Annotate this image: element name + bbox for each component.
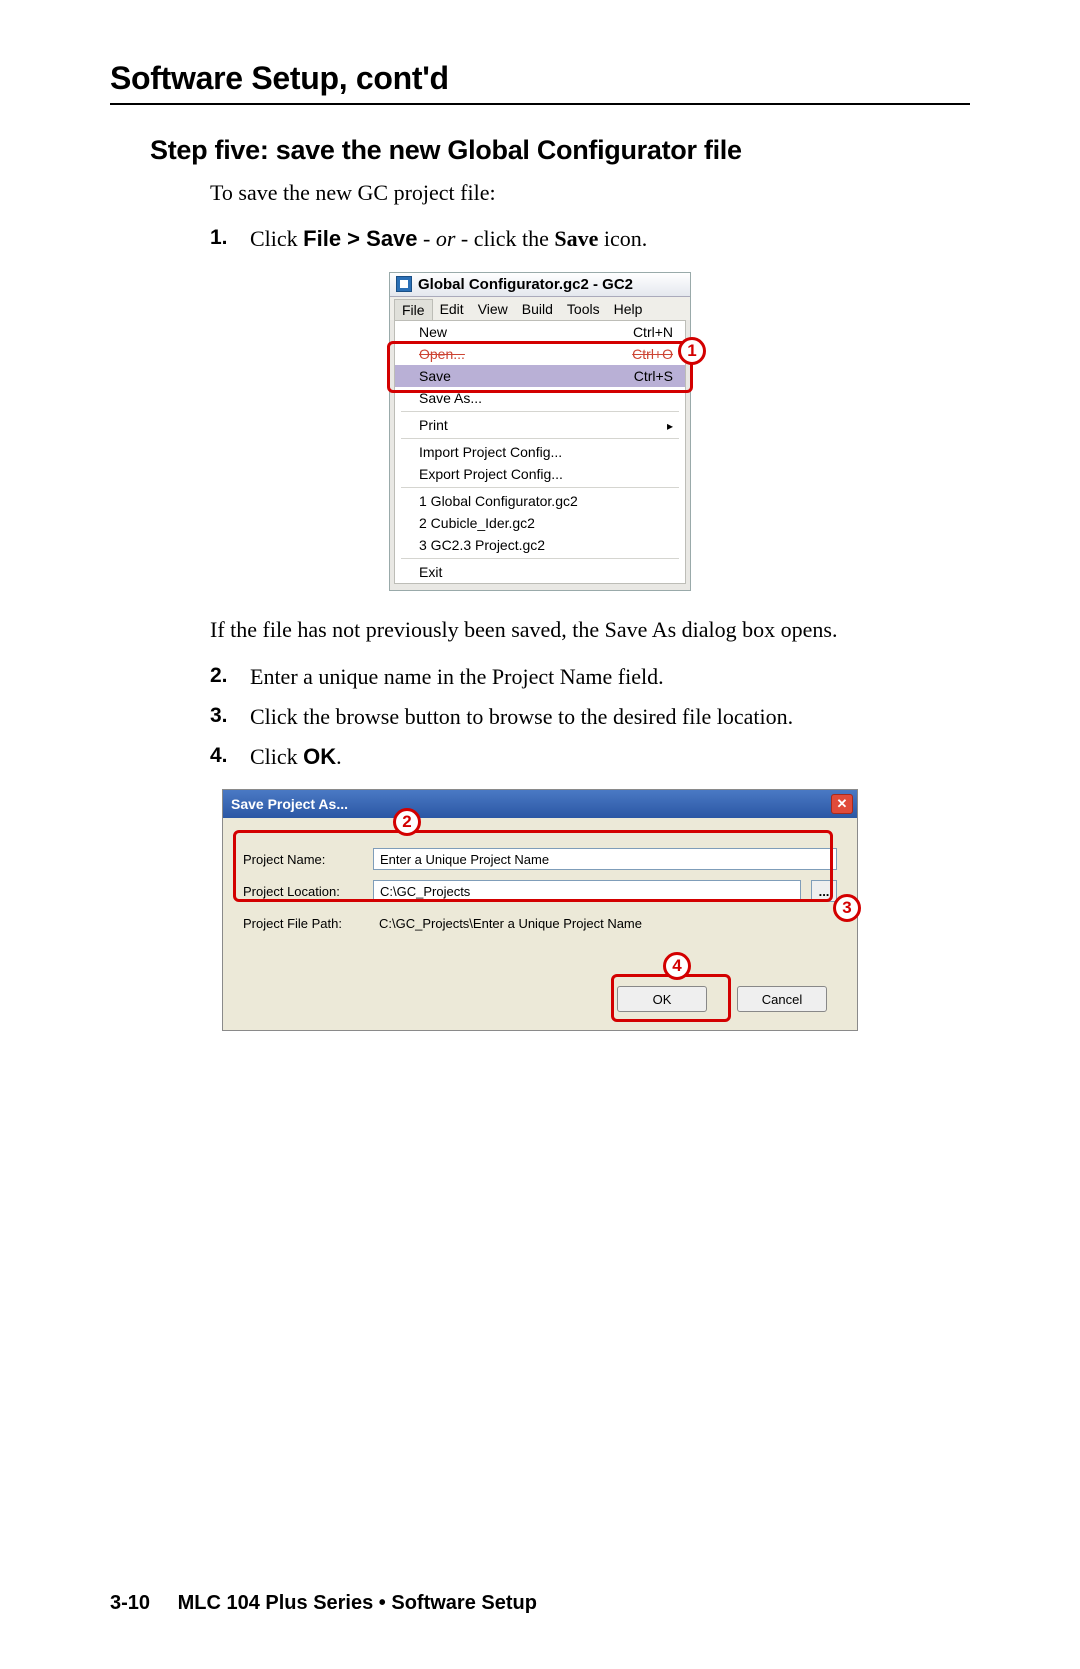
- menu-item-label: New: [419, 324, 447, 340]
- step-4: 4. Click OK.: [210, 742, 860, 772]
- step4-text-a: Click: [250, 744, 303, 769]
- step1-text-e: - click the: [455, 226, 554, 251]
- step-1: 1. Click File > Save - or - click the Sa…: [210, 224, 860, 254]
- row-project-location: Project Location: C:\GC_Projects ...: [243, 880, 837, 902]
- menu-item-recent2[interactable]: 2 Cubicle_Ider.gc2: [395, 512, 685, 534]
- page-footer: 3-10 MLC 104 Plus Series • Software Setu…: [110, 1592, 537, 1615]
- section-header: Software Setup, cont'd: [110, 60, 970, 97]
- step1-text-a: Click: [250, 226, 303, 251]
- step4-text-c: .: [336, 744, 342, 769]
- label-project-location: Project Location:: [243, 884, 363, 899]
- dialog-title: Save Project As...: [231, 796, 348, 812]
- menu-item-label: Open...: [419, 346, 465, 362]
- step1-save: Save: [554, 226, 598, 251]
- menu-item-open[interactable]: Open... Ctrl+O: [395, 343, 685, 365]
- menu-separator: [401, 558, 679, 559]
- step-3: 3. Click the browse button to browse to …: [210, 702, 860, 732]
- step1-text-g: icon.: [598, 226, 647, 251]
- intro-text: To save the new GC project file:: [210, 180, 970, 206]
- menu-view[interactable]: View: [471, 299, 515, 320]
- ok-button[interactable]: OK: [617, 986, 707, 1012]
- menu-item-label: Import Project Config...: [419, 444, 562, 460]
- step-number: 3.: [210, 702, 232, 732]
- menu-tools[interactable]: Tools: [560, 299, 607, 320]
- save-as-dialog-screenshot: Save Project As... ✕ Project Name: Enter…: [222, 789, 858, 1031]
- window-titlebar: Global Configurator.gc2 - GC2: [390, 273, 690, 297]
- step-number: 2.: [210, 662, 232, 692]
- menu-separator: [401, 411, 679, 412]
- menu-help[interactable]: Help: [607, 299, 650, 320]
- field-project-name[interactable]: Enter a Unique Project Name: [373, 848, 837, 870]
- menu-item-label: 2 Cubicle_Ider.gc2: [419, 515, 535, 531]
- menu-item-print[interactable]: Print: [395, 414, 685, 436]
- cancel-button[interactable]: Cancel: [737, 986, 827, 1012]
- app-icon: [396, 276, 412, 292]
- menu-separator: [401, 438, 679, 439]
- step1-or: or: [436, 226, 456, 251]
- field-value: C:\GC_Projects\Enter a Unique Project Na…: [379, 916, 642, 931]
- label-project-name: Project Name:: [243, 852, 363, 867]
- menu-item-label: 3 GC2.3 Project.gc2: [419, 537, 545, 553]
- menu-file[interactable]: File: [394, 299, 433, 320]
- menu-item-label: Save As...: [419, 390, 482, 406]
- field-project-location[interactable]: C:\GC_Projects: [373, 880, 801, 902]
- menu-item-accel: Ctrl+S: [634, 368, 673, 384]
- field-value: C:\GC_Projects: [380, 884, 470, 899]
- footer-title: MLC 104 Plus Series • Software Setup: [178, 1592, 537, 1614]
- field-project-path: C:\GC_Projects\Enter a Unique Project Na…: [373, 912, 837, 934]
- page-number: 3-10: [110, 1592, 150, 1614]
- step-number: 1.: [210, 224, 232, 254]
- dialog-titlebar: Save Project As... ✕: [223, 790, 857, 818]
- section-rule: [110, 103, 970, 105]
- menu-item-label: Export Project Config...: [419, 466, 563, 482]
- menu-edit[interactable]: Edit: [433, 299, 471, 320]
- menu-item-export[interactable]: Export Project Config...: [395, 463, 685, 485]
- menu-item-import[interactable]: Import Project Config...: [395, 441, 685, 463]
- step4-ok: OK: [303, 744, 336, 769]
- menu-item-label: Exit: [419, 564, 442, 580]
- file-menu-screenshot: Global Configurator.gc2 - GC2 File Edit …: [389, 272, 691, 591]
- step1-text-c: -: [418, 226, 436, 251]
- menu-item-new[interactable]: New Ctrl+N: [395, 321, 685, 343]
- browse-button[interactable]: ...: [811, 880, 837, 902]
- menu-item-recent3[interactable]: 3 GC2.3 Project.gc2: [395, 534, 685, 556]
- step-2: 2. Enter a unique name in the Project Na…: [210, 662, 860, 692]
- field-value: Enter a Unique Project Name: [380, 852, 549, 867]
- menubar: File Edit View Build Tools Help: [390, 297, 690, 320]
- step2-text: Enter a unique name in the Project Name …: [250, 662, 664, 692]
- file-dropdown: New Ctrl+N Open... Ctrl+O Save Ctrl+S Save …: [394, 320, 686, 584]
- menu-build[interactable]: Build: [515, 299, 560, 320]
- submenu-arrow-icon: [667, 417, 673, 433]
- menu-separator: [401, 487, 679, 488]
- menu-item-exit[interactable]: Exit: [395, 561, 685, 583]
- save-as-paragraph: If the file has not previously been save…: [210, 615, 860, 645]
- menu-item-accel: Ctrl+O: [632, 346, 673, 362]
- label-project-path: Project File Path:: [243, 916, 363, 931]
- step1-file-save: File > Save: [303, 226, 417, 251]
- menu-item-label: Save: [419, 368, 451, 384]
- menu-item-accel: Ctrl+N: [633, 324, 673, 340]
- step-heading: Step five: save the new Global Configura…: [150, 135, 970, 166]
- row-project-path: Project File Path: C:\GC_Projects\Enter …: [243, 912, 837, 934]
- step3-text: Click the browse button to browse to the…: [250, 702, 793, 732]
- menu-item-save[interactable]: Save Ctrl+S: [395, 365, 685, 387]
- step-number: 4.: [210, 742, 232, 772]
- menu-item-label: 1 Global Configurator.gc2: [419, 493, 578, 509]
- window-title: Global Configurator.gc2 - GC2: [418, 276, 633, 293]
- callout-1: 1: [678, 337, 706, 365]
- close-button[interactable]: ✕: [831, 794, 853, 814]
- menu-item-save-as[interactable]: Save As...: [395, 387, 685, 409]
- menu-item-label: Print: [419, 417, 448, 433]
- menu-item-recent1[interactable]: 1 Global Configurator.gc2: [395, 490, 685, 512]
- row-project-name: Project Name: Enter a Unique Project Nam…: [243, 848, 837, 870]
